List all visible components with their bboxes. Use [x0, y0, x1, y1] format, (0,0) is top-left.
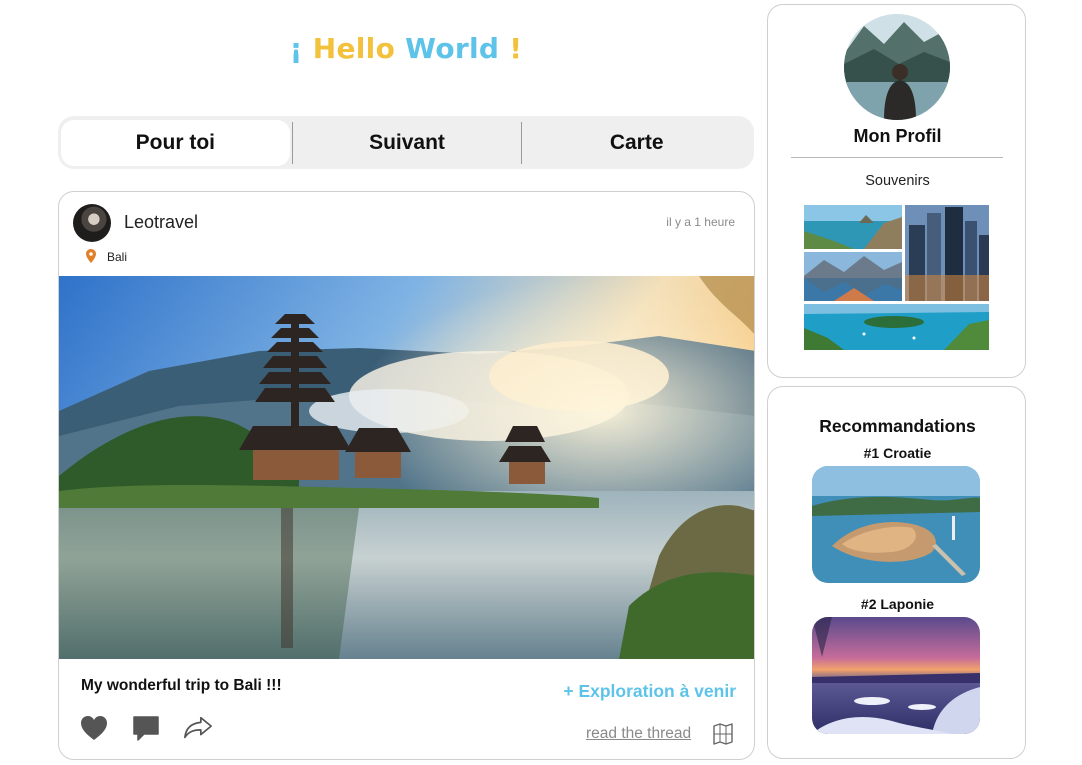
recommendation-label: #1 Croatie [863, 445, 932, 461]
comment-button[interactable] [131, 713, 161, 743]
souvenir-image [905, 205, 989, 301]
tab-label: Pour toi [135, 130, 215, 154]
share-button[interactable] [183, 713, 213, 743]
recommendations-card: Recommandations #1 Croatie #2 Laponie [767, 386, 1026, 759]
map-icon[interactable] [712, 723, 734, 745]
tab-carte[interactable]: Carte [522, 120, 751, 166]
recommendation-label: #2 Laponie [860, 596, 935, 612]
souvenir-photo-coast[interactable] [804, 205, 902, 249]
profile-photo [844, 14, 950, 120]
title-open-mark: ¡ [289, 32, 313, 65]
recommendations-title: Recommandations [819, 416, 976, 436]
post-card: Leotravel il y a 1 heure Bali My wonderf… [58, 191, 755, 760]
exploration-button[interactable]: + Exploration à venir [563, 681, 736, 702]
tab-suivant[interactable]: Suivant [293, 120, 522, 166]
souvenir-image [804, 304, 989, 350]
croatia-photo [812, 466, 980, 583]
profile-divider [791, 157, 1003, 158]
profile-avatar[interactable] [844, 14, 950, 120]
tab-pour-toi[interactable]: Pour toi [61, 119, 290, 166]
souvenir-photo-lake[interactable] [804, 252, 902, 301]
title-close-mark: ! [499, 32, 523, 65]
souvenir-image [804, 205, 902, 249]
page-title: ¡ Hello World ! [58, 32, 754, 65]
profile-card: Mon Profil Souvenirs [767, 4, 1026, 378]
profile-title: Mon Profil [853, 126, 942, 146]
tab-label: Suivant [369, 130, 445, 154]
post-actions [79, 713, 213, 743]
author-avatar[interactable] [73, 204, 111, 242]
read-thread-link[interactable]: read the thread [586, 725, 691, 743]
recommendation-croatie[interactable] [812, 466, 980, 583]
share-icon [184, 716, 212, 739]
comment-icon [133, 716, 159, 741]
post-time: il y a 1 heure [666, 215, 735, 229]
bali-temple-photo [59, 276, 754, 659]
souvenir-image [804, 252, 902, 301]
lapland-photo [812, 617, 980, 734]
souvenir-photo-city[interactable] [905, 205, 989, 301]
heart-icon [81, 716, 107, 740]
recommendation-laponie[interactable] [812, 617, 980, 734]
feed-tabs: Pour toi Suivant Carte [58, 116, 754, 169]
post-caption: My wonderful trip to Bali !!! [81, 677, 282, 694]
souvenirs-label: Souvenirs [865, 173, 930, 189]
title-word-hello: Hello [312, 32, 396, 65]
post-location[interactable]: Bali [107, 250, 127, 264]
tab-label: Carte [609, 130, 664, 154]
location-pin-icon [86, 249, 96, 263]
souvenir-photo-bay[interactable] [804, 304, 989, 350]
title-word-world: World [405, 32, 500, 65]
post-photo[interactable] [59, 276, 754, 659]
post-header: Leotravel il y a 1 heure Bali [59, 192, 754, 276]
like-button[interactable] [79, 713, 109, 743]
author-name[interactable]: Leotravel [124, 212, 198, 233]
